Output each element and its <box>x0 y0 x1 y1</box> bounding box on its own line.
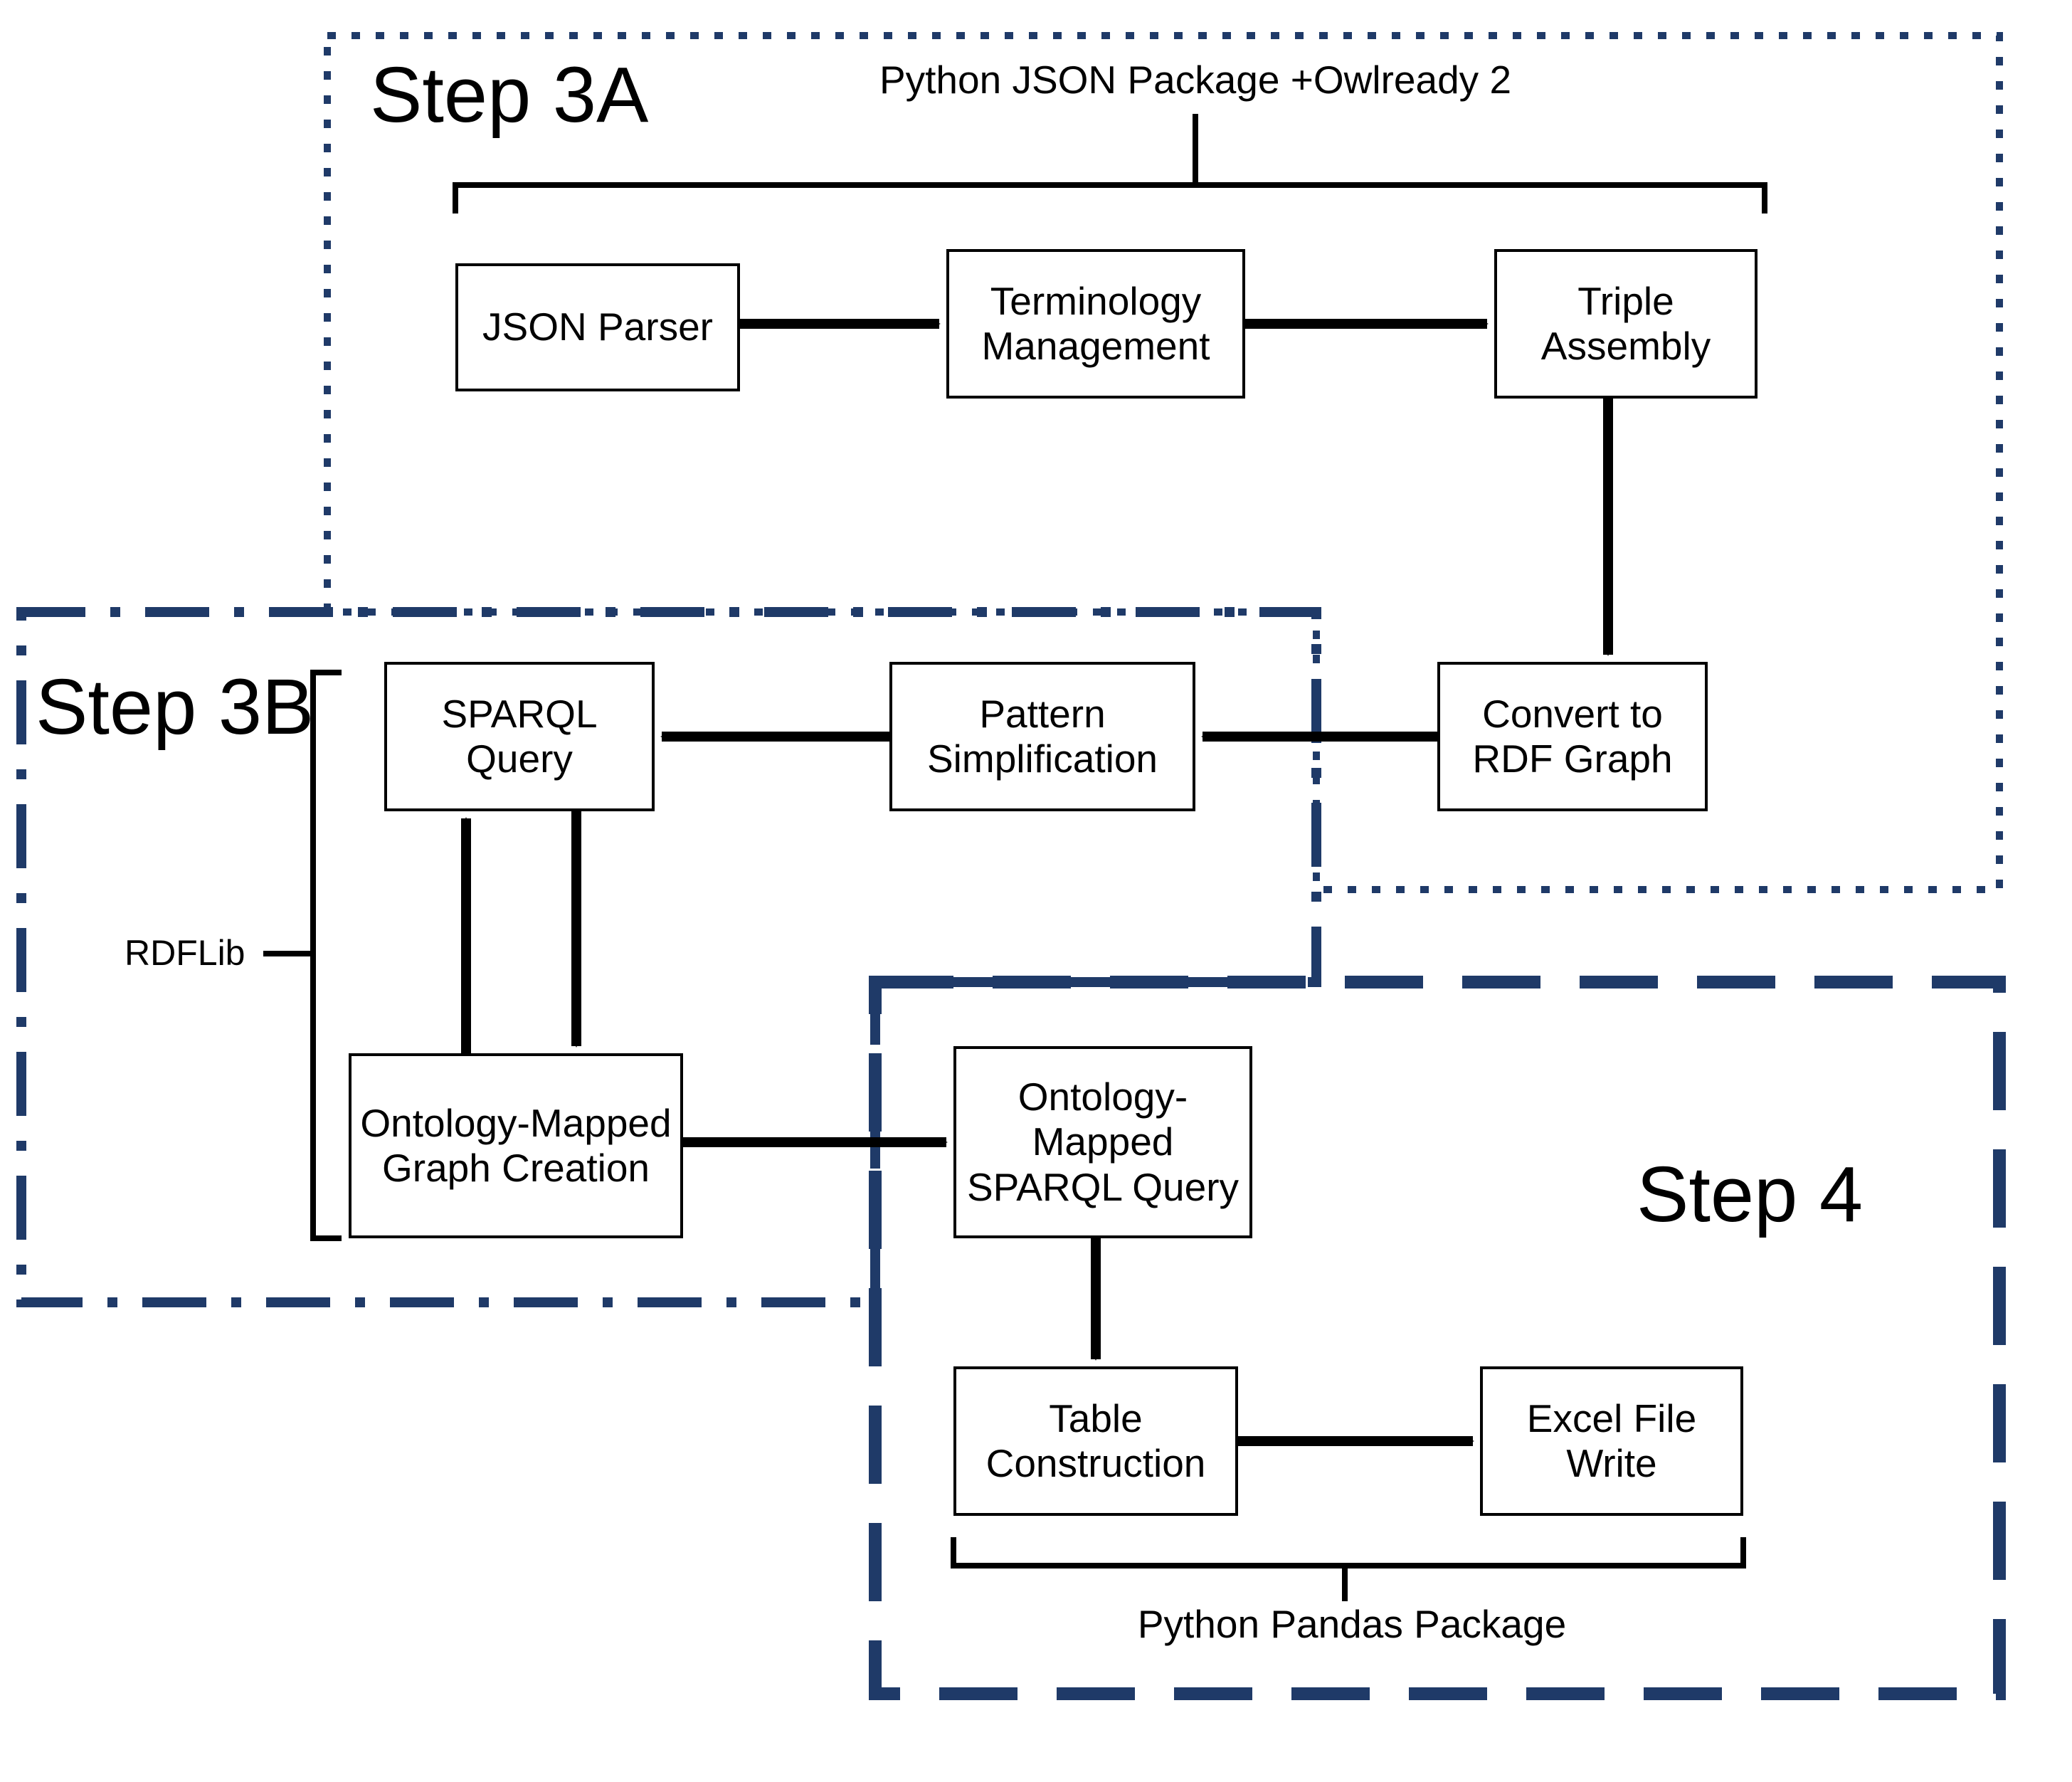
pandas-label: Python Pandas Package <box>1103 1601 1601 1647</box>
rdflib-bracket <box>263 673 342 1238</box>
pandas-bracket <box>953 1537 1743 1601</box>
sparql-query-box: SPARQL Query <box>384 662 655 811</box>
onto-sparql-box: Ontology-Mapped SPARQL Query <box>953 1046 1252 1238</box>
top-package-label: Python JSON Package +Owlready 2 <box>875 57 1516 102</box>
table-constr-box: Table Construction <box>953 1366 1238 1516</box>
diagram-canvas: Step 3A Step 3B Step 4 Python JSON Packa… <box>0 0 2072 1782</box>
top-bracket <box>455 114 1765 213</box>
excel-write-box: Excel File Write <box>1480 1366 1743 1516</box>
rdflib-label: RDFLib <box>125 932 245 974</box>
triple-assembly-box: Triple Assembly <box>1494 249 1758 399</box>
terminology-box: Terminology Management <box>946 249 1245 399</box>
step-4-label: Step 4 <box>1637 1149 1863 1240</box>
step-3a-label: Step 3A <box>370 50 648 140</box>
step-3b-label: Step 3B <box>36 662 314 752</box>
convert-rdf-box: Convert to RDF Graph <box>1437 662 1708 811</box>
onto-graph-box: Ontology-Mapped Graph Creation <box>349 1053 683 1238</box>
json-parser-box: JSON Parser <box>455 263 740 391</box>
pattern-simpl-box: Pattern Simplification <box>889 662 1195 811</box>
